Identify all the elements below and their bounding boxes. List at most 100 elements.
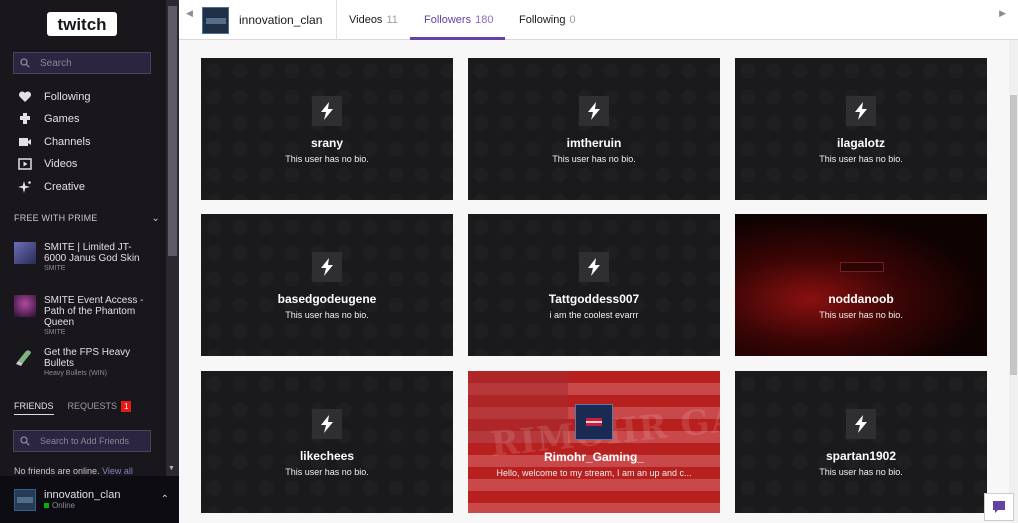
tab-requests[interactable]: REQUESTS 1 — [68, 401, 132, 415]
follower-name[interactable]: likechees — [300, 449, 354, 463]
channel-name[interactable]: innovation_clan — [239, 13, 322, 27]
follower-card[interactable]: RIMOHR GAMING Rimohr_Gaming_ Hello, welc… — [468, 371, 720, 513]
search-icon — [20, 58, 30, 68]
view-all-link[interactable]: View all — [102, 466, 133, 476]
user-name: innovation_clan — [44, 489, 121, 501]
friend-search-input[interactable] — [40, 436, 150, 446]
twitch-logo[interactable]: twitch — [46, 10, 118, 38]
follower-card[interactable]: basedgodeugene This user has no bio. — [201, 214, 453, 356]
followers-grid: srany This user has no bio. imtheruin Th… — [179, 40, 1009, 523]
nav-videos-label: Videos — [44, 158, 78, 170]
follower-bio: This user has no bio. — [819, 310, 903, 320]
follower-card[interactable]: Tattgoddess007 i am the coolest evarrr — [468, 214, 720, 356]
prime-offer-title: SMITE | Limited JT-6000 Janus God Skin — [44, 242, 140, 264]
search-icon — [20, 436, 30, 446]
avatar-placeholder — [846, 252, 876, 282]
puzzle-icon — [20, 113, 30, 124]
user-status-text: Online — [52, 501, 76, 510]
follower-bio: This user has no bio. — [285, 467, 369, 477]
sidebar-scrollbar-thumb[interactable] — [168, 6, 177, 256]
tab-following-label: Following — [519, 14, 566, 26]
online-indicator — [44, 503, 49, 508]
nav-following-label: Following — [44, 91, 91, 103]
follower-bio: This user has no bio. — [285, 310, 369, 320]
main-scrollbar-thumb[interactable] — [1010, 95, 1017, 375]
tab-requests-label: REQUESTS — [67, 401, 118, 411]
channel-logo-icon — [575, 404, 613, 440]
prime-offer-title: Get the FPS Heavy Bullets — [44, 347, 131, 369]
prime-offer[interactable]: SMITE Event Access - Path of the Phantom… — [14, 295, 152, 336]
tab-following-count: 0 — [569, 14, 576, 26]
default-avatar-icon — [312, 252, 342, 282]
follower-card[interactable]: imtheruin This user has no bio. — [468, 58, 720, 200]
nav-creative[interactable]: Creative — [18, 178, 85, 196]
friends-tabs: FRIENDS REQUESTS 1 — [14, 401, 132, 415]
requests-count-badge: 1 — [121, 401, 132, 412]
user-bar[interactable]: innovation_clan Online ⌃ — [0, 476, 179, 523]
friend-search[interactable] — [13, 430, 151, 452]
tab-following[interactable]: Following 0 — [519, 14, 576, 26]
no-friends-text: No friends are online. — [14, 466, 100, 476]
bullet-icon — [14, 347, 36, 369]
follower-name[interactable]: basedgodeugene — [278, 292, 377, 306]
follower-name[interactable]: Tattgoddess007 — [549, 292, 639, 306]
user-status: Online — [44, 501, 120, 510]
tab-videos[interactable]: Videos 11 — [349, 14, 398, 26]
default-avatar-icon — [846, 96, 876, 126]
follower-name[interactable]: ilagalotz — [837, 136, 885, 150]
follower-bio: This user has no bio. — [552, 154, 636, 164]
nav-games-label: Games — [44, 113, 80, 125]
follower-name[interactable]: spartan1902 — [826, 449, 896, 463]
follower-card[interactable]: likechees This user has no bio. — [201, 371, 453, 513]
search-input[interactable] — [40, 57, 140, 69]
nav-channels-label: Channels — [44, 136, 91, 148]
scroll-down-icon[interactable]: ▼ — [168, 465, 175, 472]
follower-card[interactable]: noddanoob This user has no bio. — [735, 214, 987, 356]
sidebar-search[interactable] — [13, 52, 151, 74]
follower-name[interactable]: srany — [311, 136, 343, 150]
channel-header: ◀ innovation_clan Videos 11 Followers 180 … — [179, 0, 1018, 40]
no-friends-message: No friends are online. View all — [14, 466, 133, 476]
prime-offer[interactable]: SMITE | Limited JT-6000 Janus God Skin S… — [14, 242, 152, 272]
follower-card[interactable]: ilagalotz This user has no bio. — [735, 58, 987, 200]
divider — [336, 0, 337, 40]
follower-bio: Hello, welcome to my stream, I am an up … — [496, 468, 692, 478]
nav-creative-label: Creative — [44, 181, 85, 193]
camera-icon — [19, 138, 31, 146]
nav-games[interactable]: Games — [18, 110, 79, 128]
logo-text: twitch — [57, 15, 106, 34]
prime-offer-thumbnail — [14, 242, 36, 264]
tab-friends[interactable]: FRIENDS — [14, 401, 54, 415]
collapse-right-icon[interactable]: ▶ — [999, 8, 1006, 19]
prime-offer-game: Heavy Bullets (WIN) — [44, 370, 108, 377]
default-avatar-icon — [579, 252, 609, 282]
nav-channels[interactable]: Channels — [18, 133, 90, 151]
prime-section-header[interactable]: FREE WITH PRIME ⌄ — [14, 213, 160, 224]
collapse-left-icon[interactable]: ◀ — [186, 8, 193, 19]
follower-name[interactable]: imtheruin — [567, 136, 622, 150]
tab-followers[interactable]: Followers 180 — [424, 14, 493, 26]
follower-name[interactable]: Rimohr_Gaming_ — [544, 450, 644, 464]
prime-offer-game: SMITE — [44, 265, 66, 272]
tab-videos-count: 11 — [386, 14, 398, 26]
sparkle-icon — [18, 181, 31, 193]
follower-bio: This user has no bio. — [285, 154, 369, 164]
default-avatar-icon — [312, 96, 342, 126]
nav-videos[interactable]: Videos — [18, 155, 77, 173]
nav-following[interactable]: Following — [18, 88, 90, 106]
chevron-up-icon[interactable]: ⌃ — [161, 494, 169, 505]
prime-offer-thumbnail — [14, 295, 36, 317]
chat-button[interactable] — [984, 493, 1014, 521]
prime-heading: FREE WITH PRIME — [14, 213, 98, 223]
follower-card[interactable]: spartan1902 This user has no bio. — [735, 371, 987, 513]
tab-followers-label: Followers — [424, 14, 472, 26]
channel-avatar[interactable] — [202, 7, 229, 34]
tab-videos-label: Videos — [349, 14, 383, 26]
follower-name[interactable]: noddanoob — [828, 292, 893, 306]
chevron-down-icon[interactable]: ⌄ — [151, 213, 160, 224]
follower-bio: i am the coolest evarrr — [549, 310, 639, 320]
prime-offer[interactable]: Get the FPS Heavy Bullets Heavy Bullets … — [14, 347, 152, 377]
heart-icon — [18, 91, 32, 102]
follower-card[interactable]: srany This user has no bio. — [201, 58, 453, 200]
follower-bio: This user has no bio. — [819, 154, 903, 164]
